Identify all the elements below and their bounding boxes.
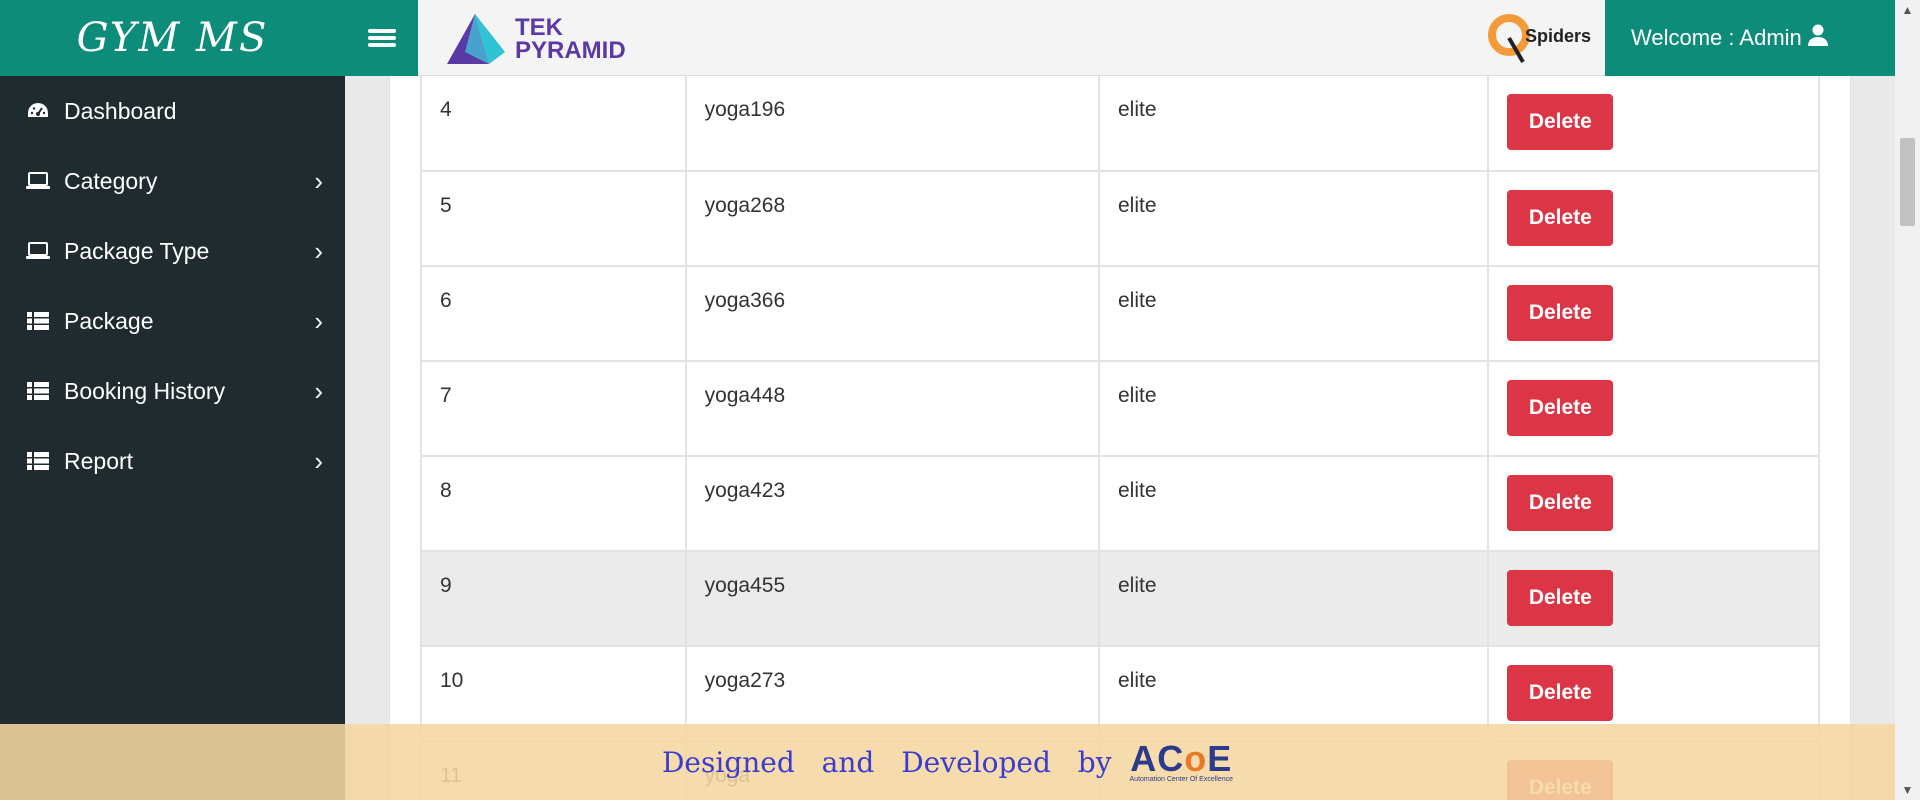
- table-row: 6 yoga366 elite Delete: [420, 266, 1820, 362]
- list-icon: [26, 449, 50, 473]
- chevron-right-icon: ›: [314, 165, 323, 196]
- list-icon: [26, 309, 50, 333]
- sidebar-item-label: Package Type: [64, 237, 210, 264]
- user-icon: [1807, 24, 1828, 52]
- cell-name: yoga268: [684, 171, 1100, 267]
- hamburger-icon: [367, 26, 396, 50]
- cell-id: 8: [420, 456, 687, 552]
- cell-id: 4: [420, 76, 687, 172]
- laptop-icon: [26, 239, 50, 263]
- cell-name: yoga423: [684, 456, 1100, 552]
- table-row: 5 yoga268 elite Delete: [420, 171, 1820, 267]
- acoe-logo-text-a: AC: [1130, 737, 1185, 779]
- delete-button[interactable]: Delete: [1507, 665, 1614, 721]
- top-header: TEK PYRAMID Spiders Welcome : Admin: [345, 0, 1895, 76]
- cell-type: elite: [1097, 551, 1490, 647]
- delete-button[interactable]: Delete: [1507, 570, 1614, 626]
- table-row: 7 yoga448 elite Delete: [420, 361, 1820, 457]
- cell-name: yoga366: [684, 266, 1100, 362]
- delete-button[interactable]: Delete: [1507, 190, 1614, 246]
- chevron-right-icon: ›: [314, 305, 323, 336]
- delete-button[interactable]: Delete: [1507, 475, 1614, 531]
- sidebar-item-package-type[interactable]: Package Type ›: [0, 216, 345, 286]
- cell-name: yoga455: [684, 551, 1100, 647]
- cell-id: 7: [420, 361, 687, 457]
- list-icon: [26, 379, 50, 403]
- delete-button[interactable]: Delete: [1507, 380, 1614, 436]
- table-row: 8 yoga423 elite Delete: [420, 456, 1820, 552]
- page-scrollbar[interactable]: ▲ ▼: [1895, 0, 1920, 800]
- sidebar-item-report[interactable]: Report ›: [0, 426, 345, 496]
- scroll-down-icon[interactable]: ▼: [1895, 780, 1920, 800]
- cell-id: 6: [420, 266, 687, 362]
- cell-name: yoga196: [684, 76, 1100, 172]
- sidebar-item-label: Booking History: [64, 377, 226, 404]
- cell-type: elite: [1097, 76, 1490, 172]
- sidebar-item-category[interactable]: Category ›: [0, 146, 345, 216]
- delete-button[interactable]: Delete: [1507, 94, 1614, 150]
- delete-button[interactable]: Delete: [1507, 285, 1614, 341]
- acoe-logo-text-e: E: [1207, 737, 1233, 779]
- footer-credit: Designed and Developed by: [661, 745, 1112, 779]
- table-row-hovered: 9 yoga455 elite Delete: [420, 551, 1820, 647]
- laptop-icon: [26, 169, 50, 193]
- footer-banner: Designed and Developed by ACoE Automatio…: [0, 724, 1895, 800]
- sidebar-item-package[interactable]: Package ›: [0, 286, 345, 356]
- welcome-text: Welcome : Admin: [1631, 25, 1802, 50]
- qspiders-text: Spiders: [1525, 26, 1592, 46]
- scroll-thumb[interactable]: [1900, 138, 1915, 226]
- cell-name: yoga448: [684, 361, 1100, 457]
- dashboard-icon: [26, 99, 50, 123]
- pyramid-icon: [447, 14, 505, 64]
- records-table: 4 yoga196 elite Delete 5 yoga268 elite D…: [420, 76, 1820, 800]
- sidebar-item-label: Report: [64, 447, 134, 474]
- cell-type: elite: [1097, 266, 1490, 362]
- sidebar: Dashboard Category › Package Type › Pack…: [0, 76, 345, 800]
- tek-line1: TEK: [515, 14, 563, 41]
- sidebar-item-label: Package: [64, 307, 154, 334]
- app-brand[interactable]: GYM MS: [0, 0, 345, 76]
- sidebar-item-label: Dashboard: [64, 97, 177, 124]
- acoe-logo-text-o: o: [1184, 737, 1208, 779]
- menu-toggle-button[interactable]: [345, 0, 418, 76]
- cell-id: 9: [420, 551, 687, 647]
- sidebar-item-dashboard[interactable]: Dashboard: [0, 76, 345, 146]
- chevron-right-icon: ›: [314, 445, 323, 476]
- sidebar-item-label: Category: [64, 167, 158, 194]
- welcome-menu[interactable]: Welcome : Admin: [1605, 0, 1895, 76]
- table-row: 4 yoga196 elite Delete: [420, 76, 1820, 172]
- scroll-up-icon[interactable]: ▲: [1895, 0, 1920, 20]
- cell-type: elite: [1097, 171, 1490, 267]
- cell-type: elite: [1097, 456, 1490, 552]
- cell-type: elite: [1097, 361, 1490, 457]
- acoe-logo-subtitle: Automation Center Of Excellence: [1129, 775, 1234, 783]
- sidebar-item-booking-history[interactable]: Booking History ›: [0, 356, 345, 426]
- chevron-right-icon: ›: [314, 235, 323, 266]
- qspiders-logo: Spiders: [1487, 8, 1591, 68]
- acoe-logo: ACoE Automation Center Of Excellence: [1129, 740, 1234, 783]
- tek-line2: PYRAMID: [515, 37, 626, 64]
- tek-pyramid-logo: TEK PYRAMID: [445, 10, 635, 68]
- chevron-right-icon: ›: [314, 375, 323, 406]
- cell-id: 5: [420, 171, 687, 267]
